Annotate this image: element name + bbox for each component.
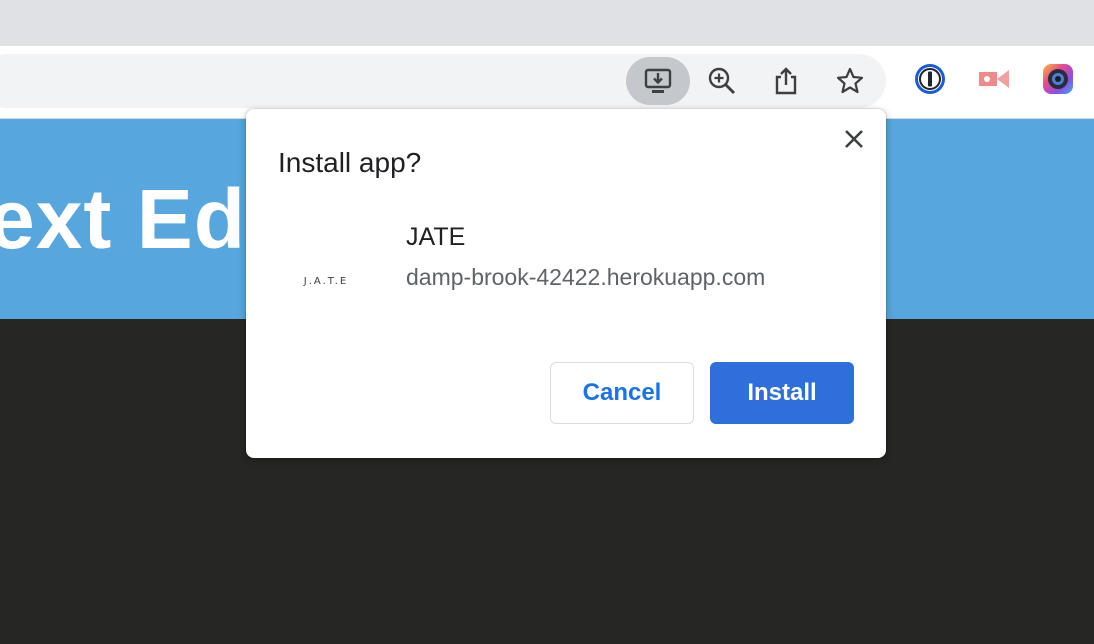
app-name: JATE (406, 223, 466, 251)
install-button[interactable]: Install (710, 362, 854, 424)
cancel-button[interactable]: Cancel (550, 362, 694, 424)
app-logo: J.A.T.E (303, 275, 349, 287)
screencast-icon (977, 64, 1011, 99)
share-icon (773, 66, 799, 96)
close-icon (843, 128, 865, 155)
app-origin: damp-brook-42422.herokuapp.com (406, 264, 766, 290)
screencast-extension-button[interactable] (978, 65, 1010, 97)
install-app-dialog: Install app? J.A.T.E JATE damp-brook-424… (246, 109, 886, 458)
share-button[interactable] (754, 57, 818, 105)
page-header-title: ext Edi (0, 172, 271, 266)
install-app-button[interactable] (626, 57, 690, 105)
bookmark-button[interactable] (818, 57, 882, 105)
color-camera-icon (1042, 63, 1074, 100)
1password-icon (914, 63, 946, 100)
tab-strip (0, 0, 1094, 46)
zoom-button[interactable] (690, 57, 754, 105)
install-app-icon (643, 67, 673, 95)
color-camera-extension-button[interactable] (1042, 63, 1074, 100)
1password-extension-button[interactable] (914, 63, 946, 100)
bookmark-star-icon (835, 66, 865, 96)
dialog-title: Install app? (278, 147, 422, 178)
zoom-icon (707, 66, 737, 96)
close-button[interactable] (836, 123, 872, 159)
